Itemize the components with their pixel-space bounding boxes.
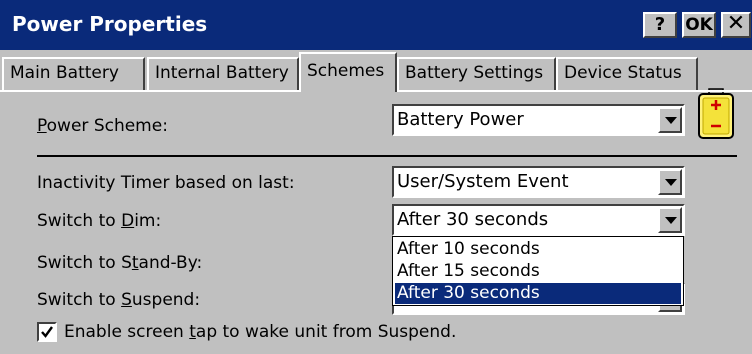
power-scheme-select[interactable]: Battery Power (392, 104, 685, 136)
tab-main-battery[interactable]: Main Battery (2, 57, 145, 90)
tab-panel-border (397, 90, 752, 92)
inactivity-timer-select[interactable]: User/System Event (392, 166, 685, 198)
ok-button[interactable]: OK (682, 12, 716, 38)
suspend-label: Switch to Suspend: (37, 290, 201, 310)
enable-tap-checkbox[interactable] (37, 322, 57, 342)
power-scheme-label: Power Scheme: (37, 116, 168, 136)
tab-panel-border (0, 90, 299, 92)
battery-icon (698, 88, 734, 139)
dim-label: Switch to Dim: (37, 211, 162, 231)
tab-internal-battery[interactable]: Internal Battery (147, 57, 299, 90)
dropdown-option[interactable]: After 15 seconds (395, 261, 681, 282)
chevron-down-icon[interactable] (658, 169, 682, 195)
window-title: Power Properties (12, 12, 208, 36)
tab-device-status[interactable]: Device Status (556, 57, 698, 90)
dim-select[interactable]: After 30 seconds (392, 204, 685, 236)
dim-value: After 30 seconds (397, 209, 549, 230)
divider (37, 155, 737, 157)
dropdown-option-selected[interactable]: After 30 seconds (395, 283, 681, 304)
close-button[interactable]: ✕ (721, 12, 751, 38)
inactivity-timer-value: User/System Event (397, 171, 569, 192)
enable-tap-label: Enable screen tap to wake unit from Susp… (64, 322, 457, 342)
help-button[interactable]: ? (643, 12, 677, 38)
chevron-down-icon[interactable] (658, 207, 682, 233)
tab-schemes[interactable]: Schemes (299, 52, 397, 92)
dropdown-option[interactable]: After 10 seconds (395, 239, 681, 260)
chevron-down-icon[interactable] (658, 107, 682, 133)
dim-dropdown-list[interactable]: After 10 seconds After 15 seconds After … (392, 236, 684, 306)
check-icon (41, 326, 53, 338)
inactivity-timer-label: Inactivity Timer based on last: (37, 173, 295, 193)
tab-battery-settings[interactable]: Battery Settings (397, 57, 556, 90)
power-scheme-value: Battery Power (397, 109, 524, 130)
standby-label: Switch to Stand-By: (37, 253, 203, 273)
